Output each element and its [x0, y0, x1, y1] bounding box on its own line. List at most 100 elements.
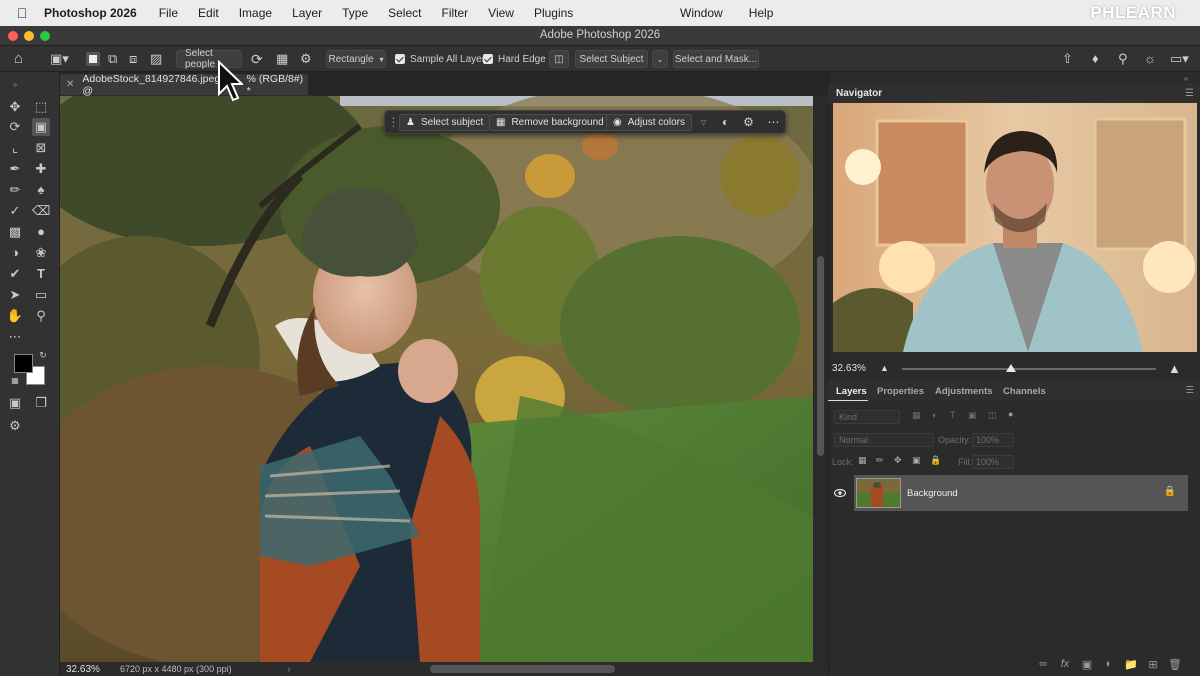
lock-artboard-icon[interactable]: ▣ — [912, 455, 921, 466]
healing-brush-tool-icon[interactable]: ✚ — [32, 160, 50, 178]
select-and-mask-button[interactable]: Select and Mask... — [673, 50, 759, 68]
zoom-out-icon[interactable]: ▲ — [880, 363, 889, 373]
tab-channels[interactable]: Channels — [1003, 386, 1046, 397]
sample-icon[interactable]: ▦ — [276, 50, 288, 68]
tab-adjustments[interactable]: Adjustments — [935, 386, 993, 397]
intersect-selection-icon[interactable]: ▨ — [150, 50, 162, 68]
select-subject-button[interactable]: Select Subject — [575, 50, 648, 68]
share-icon[interactable]: ⇧ — [1062, 50, 1073, 68]
eraser-tool-icon[interactable]: ⌫ — [32, 202, 50, 220]
menu-filter[interactable]: Filter — [441, 6, 468, 20]
layer-row-background[interactable]: Background 🔒 — [854, 475, 1188, 511]
hard-edge-checkbox[interactable]: Hard Edge — [483, 50, 546, 68]
apple-logo-icon[interactable]:  — [0, 5, 44, 21]
menu-layer[interactable]: Layer — [292, 6, 322, 20]
filter-shape-icon[interactable]: ▣ — [968, 410, 977, 421]
blur-tool-icon[interactable]: ● — [32, 223, 50, 241]
add-to-selection-icon[interactable]: ⧉ — [108, 50, 117, 68]
tool-preset-icon[interactable]: ▣▾ — [50, 50, 69, 68]
panel-menu-icon[interactable]: ☰ — [1185, 385, 1194, 396]
new-selection-icon[interactable] — [86, 52, 100, 66]
home-icon[interactable]: ⌂ — [14, 50, 23, 68]
speech-bubble-icon[interactable]: ◫ — [549, 50, 569, 68]
new-adjustment-layer-icon[interactable]: ◐ — [1098, 658, 1120, 674]
eyedropper-tool-icon[interactable]: ✒ — [6, 160, 24, 178]
status-zoom[interactable]: 32.63% — [60, 664, 110, 675]
workspace-icon[interactable]: ▭▾ — [1170, 50, 1189, 68]
navigator-slider-thumb[interactable] — [1006, 364, 1017, 372]
type-tool-icon[interactable]: T — [32, 265, 50, 283]
brush-tool-icon[interactable]: ✏ — [6, 181, 24, 199]
collapse-panels-icon[interactable]: « — [1184, 74, 1188, 83]
canvas-horizontal-scrollbar[interactable] — [430, 665, 615, 673]
add-mask-icon[interactable]: ▣ — [1076, 658, 1098, 674]
filter-smart-object-icon[interactable]: ◫ — [988, 410, 997, 421]
blend-mode-dropdown[interactable]: Normal — [834, 433, 934, 447]
document-tab[interactable]: ✕ AdobeStock_814927846.jpeg @ % (RGB/8#)… — [60, 73, 308, 97]
fill-field[interactable]: 100% — [972, 455, 1014, 469]
menu-file[interactable]: File — [159, 6, 178, 20]
zoom-tool-icon[interactable]: ⚲ — [32, 307, 50, 325]
navigator-zoom-slider[interactable] — [902, 368, 1156, 370]
screen-mode-icon[interactable]: ❐ — [32, 394, 50, 412]
tab-properties[interactable]: Properties — [877, 386, 924, 397]
lasso-tool-icon[interactable]: ⟳ — [6, 118, 24, 136]
sample-all-layers-checkbox[interactable]: Sample All Layers — [395, 50, 490, 68]
opacity-field[interactable]: 100% — [972, 433, 1014, 447]
default-colors-icon[interactable]: ▦ — [10, 376, 20, 386]
navigator-preview[interactable] — [833, 103, 1197, 352]
gear-icon[interactable]: ⚙ — [300, 50, 312, 68]
menu-type[interactable]: Type — [342, 6, 368, 20]
clone-stamp-tool-icon[interactable]: ♠ — [32, 181, 50, 199]
pen-tool-icon[interactable]: ✔ — [6, 265, 24, 283]
sponge-tool-icon[interactable]: ❀ — [32, 244, 50, 262]
mask-icon[interactable]: ▿ — [695, 114, 712, 131]
delete-layer-icon[interactable]: 🗑 — [1164, 658, 1186, 674]
status-chevron-icon[interactable]: › — [288, 664, 291, 674]
path-selection-tool-icon[interactable]: ➤ — [6, 286, 24, 304]
filter-type-icon[interactable]: T — [950, 410, 956, 420]
rectangle-tool-icon[interactable]: ▭ — [32, 286, 50, 304]
crop-tool-icon[interactable]: ⌞ — [6, 139, 24, 157]
menu-edit[interactable]: Edit — [198, 6, 219, 20]
frame-tool-icon[interactable]: ⊠ — [32, 139, 50, 157]
fx-icon[interactable]: fx — [1054, 658, 1076, 674]
lock-all-icon[interactable]: 🔒 — [930, 455, 941, 466]
close-tab-icon[interactable]: ✕ — [66, 79, 74, 90]
canvas-vertical-scrollbar[interactable] — [813, 96, 828, 662]
gradient-tool-icon[interactable]: ▩ — [6, 223, 24, 241]
tab-layers[interactable]: Layers — [836, 386, 867, 397]
lock-position-icon[interactable]: ✥ — [894, 455, 902, 466]
quick-mask-icon[interactable]: ▣ — [6, 394, 24, 412]
navigator-title[interactable]: Navigator — [836, 88, 882, 99]
hand-tool-icon[interactable]: ✋ — [6, 307, 24, 325]
panel-menu-icon[interactable]: ☰ — [1185, 88, 1194, 99]
select-subject-dropdown-icon[interactable]: ⌄ — [652, 50, 668, 68]
layer-name[interactable]: Background — [907, 488, 958, 499]
collapse-tools-icon[interactable]: » — [6, 76, 24, 94]
menu-image[interactable]: Image — [239, 6, 272, 20]
document-canvas[interactable] — [60, 96, 813, 662]
more-tools-icon[interactable]: ⋯ — [6, 328, 24, 346]
menu-view[interactable]: View — [488, 6, 514, 20]
contrast-icon[interactable]: ◐ — [717, 114, 734, 131]
menu-help[interactable]: Help — [749, 6, 774, 20]
dodge-tool-icon[interactable]: ◑ — [6, 244, 24, 262]
mode-dropdown[interactable]: Rectangle ▾ — [326, 50, 386, 68]
navigator-zoom-value[interactable]: 32.63% — [832, 363, 866, 374]
lock-pixels-icon[interactable]: ✏ — [876, 455, 884, 466]
bell-icon[interactable]: ♦ — [1092, 50, 1099, 68]
history-brush-tool-icon[interactable]: ✓ — [6, 202, 24, 220]
zoom-in-icon[interactable]: ▲ — [1168, 361, 1181, 376]
visibility-eye-icon[interactable] — [834, 487, 846, 499]
swap-colors-icon[interactable]: ↻ — [38, 350, 48, 360]
subtract-selection-icon[interactable]: ⧈ — [129, 50, 137, 68]
menu-select[interactable]: Select — [388, 6, 421, 20]
more-options-icon[interactable]: ⋯ — [765, 114, 782, 131]
object-selection-tool-icon[interactable]: ▣ — [32, 118, 50, 136]
filter-toggle-icon[interactable]: ● — [1008, 409, 1013, 419]
generative-icon[interactable]: ⚙ — [6, 417, 24, 435]
foreground-color-swatch[interactable] — [14, 354, 33, 373]
scrollbar-thumb[interactable] — [817, 256, 824, 456]
lock-transparency-icon[interactable]: ▦ — [858, 455, 867, 466]
